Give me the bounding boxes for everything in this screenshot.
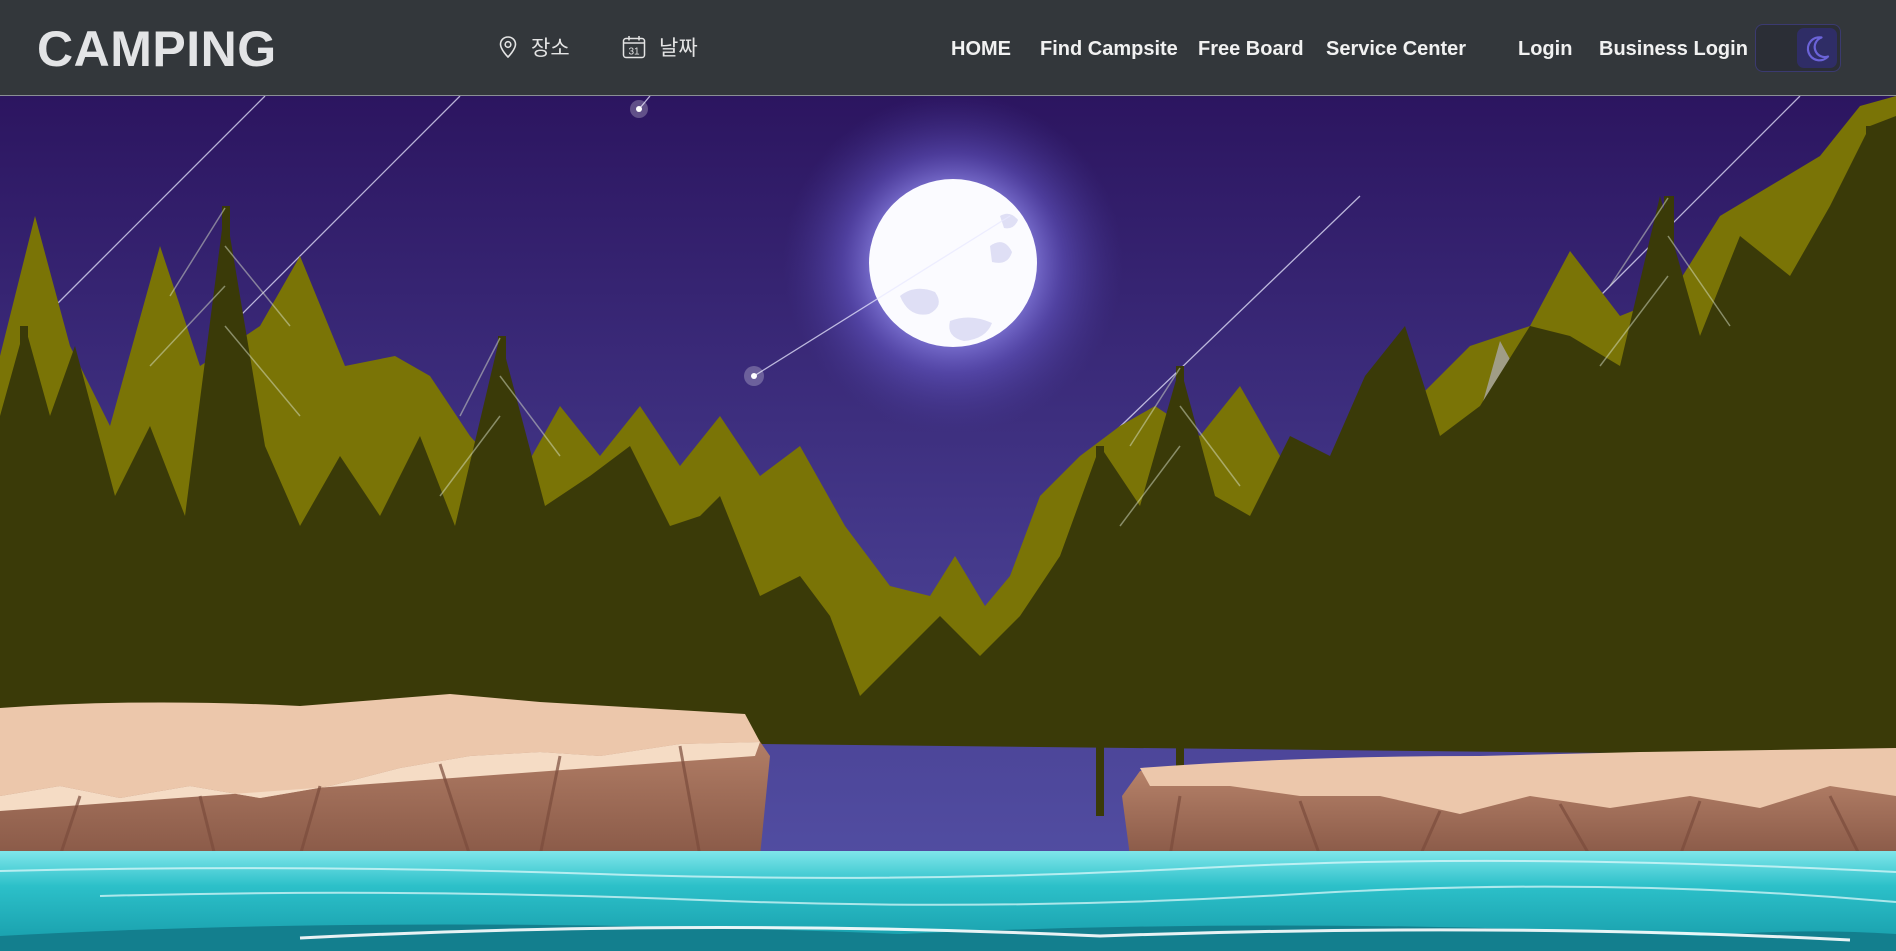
- nav-free-board-link[interactable]: Free Board: [1198, 36, 1304, 62]
- date-label: 날짜: [659, 37, 698, 60]
- date-filter[interactable]: 31 날짜: [621, 30, 698, 64]
- nav-business-login-link[interactable]: Business Login: [1599, 36, 1748, 62]
- left-cliff: [0, 694, 770, 857]
- calendar-day-number: 31: [628, 47, 640, 58]
- theme-toggle-button[interactable]: [1755, 24, 1841, 72]
- moon-icon: [1806, 36, 1830, 62]
- place-label: 장소: [531, 37, 570, 60]
- nav-find-campsite-link[interactable]: Find Campsite: [1040, 36, 1178, 62]
- place-filter[interactable]: 장소: [497, 30, 570, 64]
- nav-home-link[interactable]: HOME: [951, 36, 1011, 62]
- night-forest-hero-illustration: [0, 96, 1896, 951]
- site-logo[interactable]: CAMPING: [37, 20, 277, 78]
- right-cliff: [1122, 748, 1896, 857]
- top-navbar: CAMPING 장소 31 날짜 HOME Find Campsite Free…: [0, 0, 1896, 96]
- map-pin-icon: [497, 35, 519, 59]
- nav-login-link[interactable]: Login: [1518, 36, 1572, 62]
- calendar-icon: 31: [621, 34, 647, 60]
- theme-toggle-knob: [1797, 28, 1837, 68]
- nav-service-center-link[interactable]: Service Center: [1326, 36, 1466, 62]
